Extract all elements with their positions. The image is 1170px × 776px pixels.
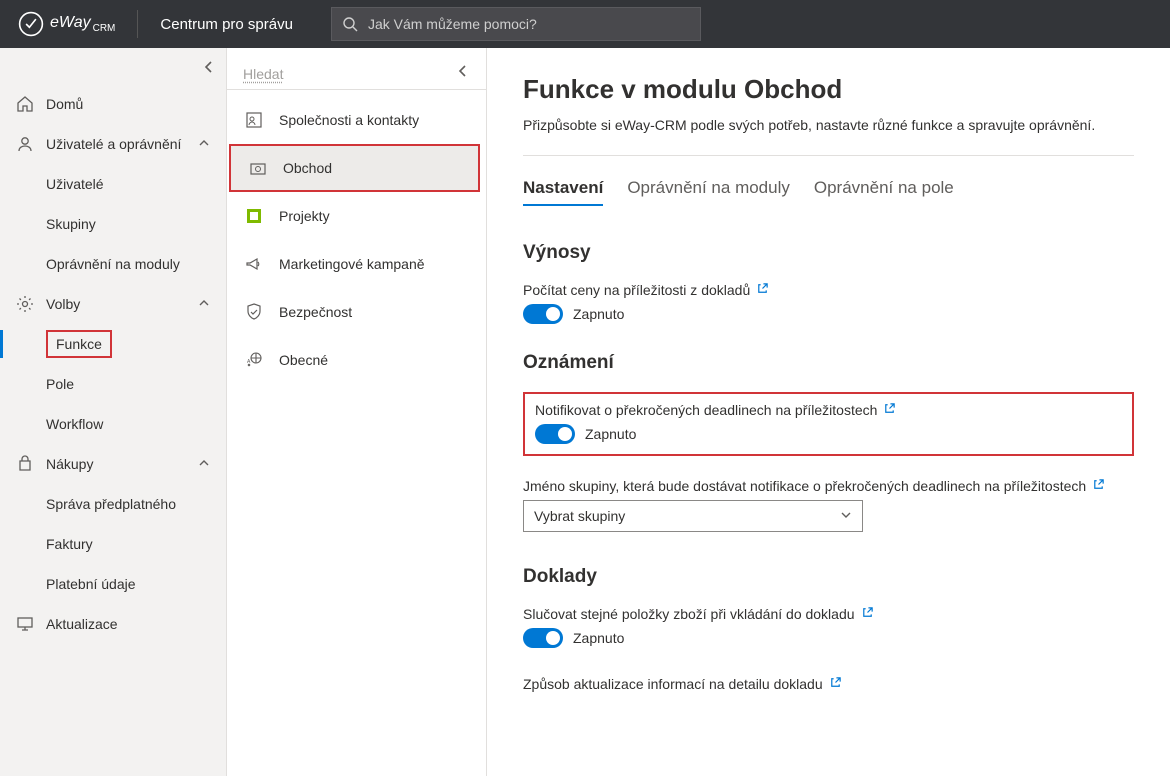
content-tabs: Nastavení Oprávnění na moduly Oprávnění … <box>523 178 1134 206</box>
nav-module-perm[interactable]: Oprávnění na moduly <box>0 244 226 284</box>
brand-sub: CRM <box>93 23 116 34</box>
setting-group-label: Jméno skupiny, která bude dostávat notif… <box>523 478 1086 494</box>
setting-group: Jméno skupiny, která bude dostávat notif… <box>523 478 1134 532</box>
nav-purchases[interactable]: Nákupy <box>0 444 226 484</box>
search-box[interactable] <box>331 7 701 41</box>
external-link-icon[interactable] <box>829 676 842 692</box>
app-header: eWayCRM Centrum pro správu <box>0 0 1170 48</box>
toggle-merge[interactable] <box>523 628 563 648</box>
external-link-icon[interactable] <box>861 606 874 622</box>
home-icon <box>16 95 34 113</box>
toggle-prices-state: Zapnuto <box>573 306 624 322</box>
collapse-panel-icon[interactable] <box>456 64 470 83</box>
external-link-icon[interactable] <box>1092 478 1105 494</box>
nav-options-label: Volby <box>46 296 80 312</box>
nav-users-perm[interactable]: Uživatelé a oprávnění <box>0 124 226 164</box>
header-divider <box>137 10 138 38</box>
contacts-icon <box>243 110 265 130</box>
chevron-up-icon <box>198 296 210 312</box>
page-subtitle: Přizpůsobte si eWay-CRM podle svých potř… <box>523 117 1134 156</box>
setting-update-label: Způsob aktualizace informací na detailu … <box>523 676 823 692</box>
bag-icon <box>16 455 34 473</box>
nav-payment[interactable]: Platební údaje <box>0 564 226 604</box>
sb2-item-companies[interactable]: Společnosti a kontakty <box>227 96 486 144</box>
nav-subscription[interactable]: Správa předplatného <box>0 484 226 524</box>
page-title: Funkce v modulu Obchod <box>523 74 1134 105</box>
nav-home-label: Domů <box>46 96 83 112</box>
nav-updates-label: Aktualizace <box>46 616 118 632</box>
main-content: Funkce v modulu Obchod Přizpůsobte si eW… <box>487 48 1170 776</box>
chevron-down-icon <box>840 508 852 524</box>
setting-prices-label: Počítat ceny na příležitosti z dokladů <box>523 282 750 298</box>
gear-icon <box>16 295 34 313</box>
nav-features[interactable]: Funkce <box>0 324 226 364</box>
secondary-sidebar: Hledat Společnosti a kontakty Obchod Pro… <box>227 48 487 776</box>
toggle-notify-state: Zapnuto <box>585 426 636 442</box>
external-link-icon[interactable] <box>883 402 896 418</box>
search-icon <box>332 16 368 32</box>
section-notifications: Oznámení <box>523 352 1134 374</box>
sb2-item-business[interactable]: Obchod <box>229 144 480 192</box>
toggle-merge-state: Zapnuto <box>573 630 624 646</box>
user-icon <box>16 135 34 153</box>
globe-icon: A <box>243 350 265 370</box>
chevron-up-icon <box>198 456 210 472</box>
shield-icon <box>243 302 265 322</box>
brand-text: eWay <box>50 14 91 31</box>
nav-options[interactable]: Volby <box>0 284 226 324</box>
sb2-item-security[interactable]: Bezpečnost <box>227 288 486 336</box>
collapse-sidebar-icon[interactable] <box>202 60 216 79</box>
chevron-up-icon <box>198 136 210 152</box>
tab-field-perm[interactable]: Oprávnění na pole <box>814 178 954 206</box>
sb2-search-label: Hledat <box>243 66 456 82</box>
tab-module-perm[interactable]: Oprávnění na moduly <box>627 178 790 206</box>
setting-notify-label: Notifikovat o překročených deadlinech na… <box>535 402 877 418</box>
search-input[interactable] <box>368 16 700 32</box>
toggle-prices[interactable] <box>523 304 563 324</box>
nav-purchases-label: Nákupy <box>46 456 93 472</box>
setting-merge: Slučovat stejné položky zboží při vkládá… <box>523 606 1134 648</box>
svg-text:A: A <box>247 359 251 365</box>
megaphone-icon <box>243 254 265 274</box>
setting-notify-highlight: Notifikovat o překročených deadlinech na… <box>523 392 1134 456</box>
nav-home[interactable]: Domů <box>0 84 226 124</box>
toggle-notify[interactable] <box>535 424 575 444</box>
sb2-item-marketing[interactable]: Marketingové kampaně <box>227 240 486 288</box>
sb2-search[interactable]: Hledat <box>227 60 486 90</box>
header-title: Centrum pro správu <box>142 16 311 33</box>
nav-updates[interactable]: Aktualizace <box>0 604 226 644</box>
business-icon <box>247 158 269 178</box>
nav-users-perm-label: Uživatelé a oprávnění <box>46 136 181 152</box>
setting-prices: Počítat ceny na příležitosti z dokladů Z… <box>523 282 1134 324</box>
primary-sidebar: Domů Uživatelé a oprávnění Uživatelé Sku… <box>0 48 227 776</box>
tab-settings[interactable]: Nastavení <box>523 178 603 206</box>
nav-users[interactable]: Uživatelé <box>0 164 226 204</box>
nav-invoices[interactable]: Faktury <box>0 524 226 564</box>
group-select[interactable]: Vybrat skupiny <box>523 500 863 532</box>
section-docs: Doklady <box>523 566 1134 588</box>
eway-logo-icon <box>18 11 44 37</box>
sb2-item-projects[interactable]: Projekty <box>227 192 486 240</box>
nav-groups[interactable]: Skupiny <box>0 204 226 244</box>
nav-features-highlight: Funkce <box>46 330 112 358</box>
monitor-icon <box>16 615 34 633</box>
projects-icon <box>243 206 265 226</box>
brand-logo: eWayCRM <box>0 11 133 37</box>
setting-merge-label: Slučovat stejné položky zboží při vkládá… <box>523 606 855 622</box>
select-placeholder: Vybrat skupiny <box>534 508 625 524</box>
nav-fields[interactable]: Pole <box>0 364 226 404</box>
sb2-item-general[interactable]: A Obecné <box>227 336 486 384</box>
nav-workflow[interactable]: Workflow <box>0 404 226 444</box>
external-link-icon[interactable] <box>756 282 769 298</box>
section-revenues: Výnosy <box>523 242 1134 264</box>
